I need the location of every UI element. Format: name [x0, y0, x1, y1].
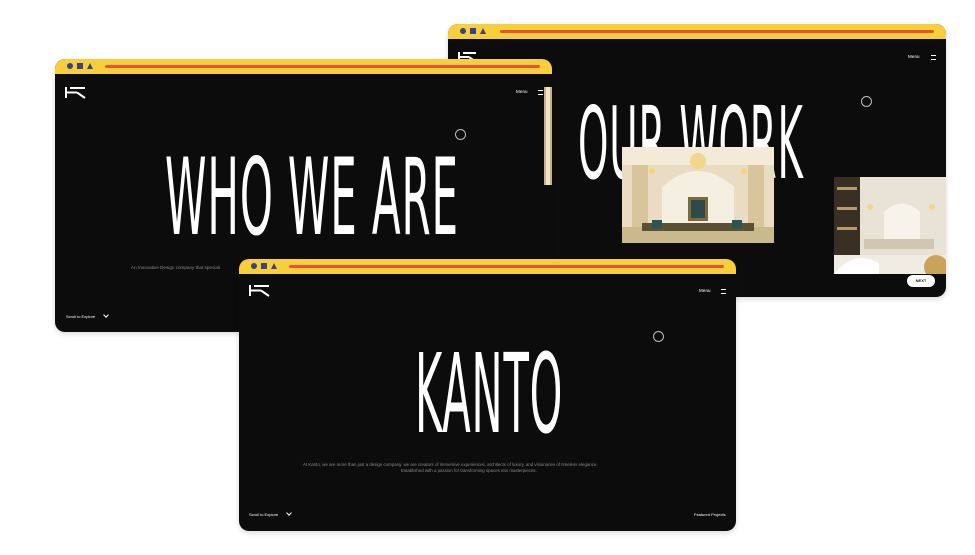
hamburger-icon[interactable] [721, 289, 726, 294]
address-bar [500, 30, 934, 33]
titlebar [239, 259, 736, 274]
triangle-control-icon[interactable] [271, 263, 277, 269]
square-control-icon[interactable] [470, 28, 476, 34]
hamburger-icon[interactable] [538, 90, 543, 95]
triangle-control-icon[interactable] [480, 28, 486, 34]
titlebar [448, 24, 946, 39]
description-line: Established with a passion for transform… [401, 468, 537, 473]
kanto-window: Menu KANTO At Kanto, we are more than ju… [239, 259, 736, 531]
description-line: At Kanto, we are more than just a design… [303, 462, 598, 467]
menu-label[interactable]: Menu [699, 288, 711, 293]
circle-control-icon[interactable] [67, 63, 73, 69]
cursor-ring-icon [861, 96, 872, 107]
hamburger-icon[interactable] [931, 55, 936, 60]
logo-icon[interactable] [65, 86, 87, 99]
page-heading: KANTO [415, 330, 564, 458]
chevron-down-icon[interactable] [286, 510, 292, 516]
menu-label[interactable]: Menu [516, 89, 528, 94]
logo-icon[interactable] [249, 284, 271, 297]
project-image[interactable] [622, 147, 774, 243]
next-button[interactable]: NEXT [907, 275, 935, 287]
project-image [544, 87, 552, 185]
circle-control-icon[interactable] [251, 263, 257, 269]
scroll-to-explore[interactable]: Scroll to Explore [66, 314, 95, 319]
titlebar [55, 59, 552, 74]
triangle-control-icon[interactable] [87, 63, 93, 69]
menu-label[interactable]: Menu [908, 54, 920, 59]
square-control-icon[interactable] [77, 63, 83, 69]
page-heading: WHO WE ARE [165, 136, 459, 259]
chevron-down-icon[interactable] [103, 312, 109, 318]
project-image[interactable] [834, 177, 946, 274]
tagline: An Innovative Design company that specia… [131, 265, 220, 270]
address-bar [289, 265, 724, 268]
cursor-ring-icon [653, 331, 664, 342]
featured-projects-link[interactable]: Featured Projects [694, 512, 726, 517]
address-bar [105, 65, 540, 68]
circle-control-icon[interactable] [460, 28, 466, 34]
scroll-to-explore[interactable]: Scroll to Explore [249, 512, 278, 517]
square-control-icon[interactable] [261, 263, 267, 269]
